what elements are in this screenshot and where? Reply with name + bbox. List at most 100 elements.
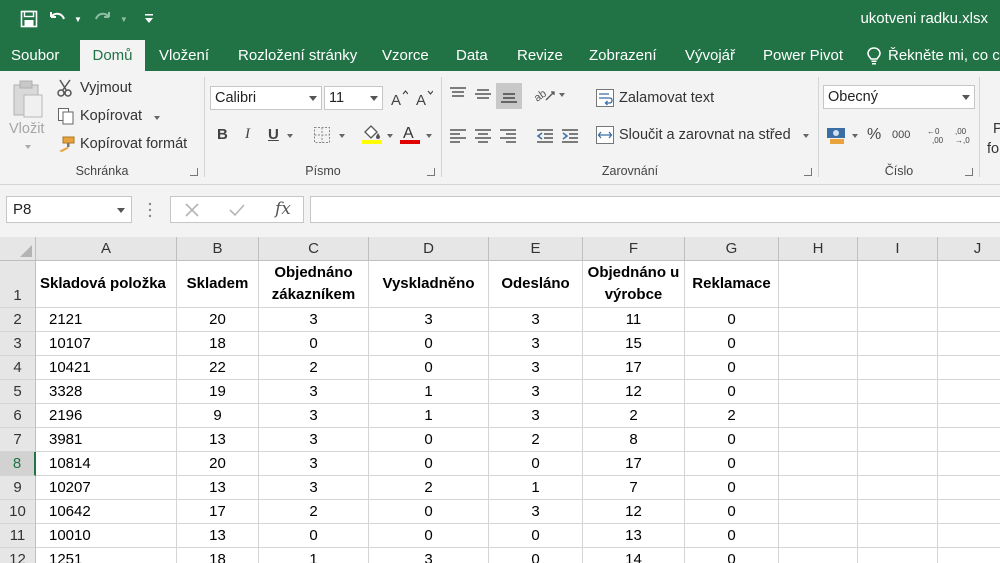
table-cell[interactable]: 3 (489, 380, 583, 404)
decrease-font-size-icon[interactable]: A (415, 89, 434, 112)
decrease-indent-icon[interactable] (535, 127, 555, 150)
underline-dropdown-icon[interactable] (287, 134, 293, 138)
table-cell[interactable]: 7 (583, 476, 685, 500)
row-header-9[interactable]: 9 (0, 476, 36, 500)
empty-cell[interactable] (779, 380, 858, 404)
table-cell[interactable]: 12 (583, 380, 685, 404)
number-format-select[interactable]: Obecný (823, 85, 975, 109)
empty-cell[interactable] (858, 261, 938, 308)
header-cell-f[interactable]: Objednáno u výrobce (583, 261, 685, 308)
table-cell[interactable]: 19 (177, 380, 259, 404)
column-header-i[interactable]: I (858, 237, 938, 261)
customize-qat-icon[interactable] (138, 8, 160, 30)
name-box[interactable]: P8 (6, 196, 132, 223)
row-header-6[interactable]: 6 (0, 404, 36, 428)
empty-cell[interactable] (858, 332, 938, 356)
empty-cell[interactable] (938, 404, 1000, 428)
row-header-11[interactable]: 11 (0, 524, 36, 548)
tab-data[interactable]: Data (445, 40, 499, 71)
empty-cell[interactable] (858, 524, 938, 548)
tab-revize[interactable]: Revize (506, 40, 574, 71)
table-cell[interactable]: 0 (259, 524, 369, 548)
table-cell[interactable]: 3 (489, 308, 583, 332)
empty-cell[interactable] (938, 308, 1000, 332)
table-cell[interactable]: 9 (177, 404, 259, 428)
tab-zobrazeni[interactable]: Zobrazení (578, 40, 668, 71)
empty-cell[interactable] (779, 476, 858, 500)
italic-button[interactable]: I (245, 126, 250, 143)
empty-cell[interactable] (779, 308, 858, 332)
table-cell[interactable]: 18 (177, 332, 259, 356)
table-cell[interactable]: 0 (369, 524, 489, 548)
align-middle-icon[interactable] (473, 85, 493, 108)
table-cell[interactable]: 3 (489, 332, 583, 356)
name-box-dropdown-icon[interactable] (117, 208, 125, 213)
table-cell[interactable]: 3 (489, 356, 583, 380)
table-cell[interactable]: 3 (259, 404, 369, 428)
empty-cell[interactable] (779, 332, 858, 356)
redo-dropdown-icon[interactable]: ▼ (120, 15, 128, 24)
underline-button[interactable]: U (268, 126, 279, 143)
align-left-icon[interactable] (448, 127, 468, 150)
table-cell[interactable]: 0 (489, 452, 583, 476)
table-cell[interactable]: 18 (177, 548, 259, 563)
copy-dropdown-icon[interactable] (154, 116, 160, 120)
font-size-dropdown-icon[interactable] (370, 96, 378, 101)
table-cell[interactable]: 0 (685, 476, 779, 500)
table-cell[interactable]: 13 (177, 524, 259, 548)
decrease-decimal-icon[interactable]: ,00 →,0 (953, 125, 973, 150)
table-cell[interactable]: 0 (369, 428, 489, 452)
table-cell[interactable]: 3981 (36, 428, 177, 452)
align-bottom-icon[interactable] (496, 83, 522, 109)
table-cell[interactable]: 3 (369, 548, 489, 563)
column-header-j[interactable]: J (938, 237, 1000, 261)
fill-color-dropdown-icon[interactable] (387, 134, 393, 138)
empty-cell[interactable] (858, 380, 938, 404)
header-cell-d[interactable]: Vyskladněno (369, 261, 489, 308)
empty-cell[interactable] (779, 261, 858, 308)
empty-cell[interactable] (938, 476, 1000, 500)
empty-cell[interactable] (779, 404, 858, 428)
table-cell[interactable]: 0 (489, 548, 583, 563)
merge-center-icon[interactable] (595, 125, 615, 150)
empty-cell[interactable] (858, 428, 938, 452)
tab-vlozeni[interactable]: Vložení (148, 40, 220, 71)
orientation-dropdown-icon[interactable] (559, 93, 565, 97)
table-cell[interactable]: 2121 (36, 308, 177, 332)
table-cell[interactable]: 0 (685, 428, 779, 452)
align-center-icon[interactable] (473, 127, 493, 150)
clipboard-launcher-icon[interactable] (190, 168, 198, 176)
tab-rozlozeni-stranky[interactable]: Rozložení stránky (227, 40, 368, 71)
table-cell[interactable]: 10814 (36, 452, 177, 476)
bold-button[interactable]: B (217, 126, 228, 143)
empty-cell[interactable] (858, 548, 938, 563)
column-header-a[interactable]: A (36, 237, 177, 261)
table-cell[interactable]: 3 (489, 404, 583, 428)
scissors-icon[interactable] (57, 79, 75, 102)
table-cell[interactable]: 10207 (36, 476, 177, 500)
empty-cell[interactable] (938, 428, 1000, 452)
table-cell[interactable]: 1 (369, 380, 489, 404)
table-cell[interactable]: 0 (489, 524, 583, 548)
empty-cell[interactable] (938, 524, 1000, 548)
font-color-icon[interactable]: A (399, 123, 421, 150)
table-cell[interactable]: 2196 (36, 404, 177, 428)
undo-icon[interactable] (46, 8, 68, 30)
column-header-g[interactable]: G (685, 237, 779, 261)
table-cell[interactable]: 1 (489, 476, 583, 500)
row-header-1[interactable]: 1 (0, 261, 36, 308)
tab-vzorce[interactable]: Vzorce (371, 40, 440, 71)
tell-me-box[interactable]: Řekněte mi, co ch (866, 40, 1000, 71)
accounting-dropdown-icon[interactable] (852, 134, 858, 138)
table-cell[interactable]: 2 (489, 428, 583, 452)
row-header-4[interactable]: 4 (0, 356, 36, 380)
percent-style-button[interactable]: % (867, 126, 881, 144)
font-color-dropdown-icon[interactable] (426, 134, 432, 138)
conditional-formatting-partial[interactable]: P (993, 121, 1000, 137)
table-cell[interactable]: 15 (583, 332, 685, 356)
number-launcher-icon[interactable] (965, 168, 973, 176)
empty-cell[interactable] (938, 332, 1000, 356)
table-cell[interactable]: 3 (259, 308, 369, 332)
formula-input[interactable] (310, 196, 1000, 223)
empty-cell[interactable] (858, 500, 938, 524)
